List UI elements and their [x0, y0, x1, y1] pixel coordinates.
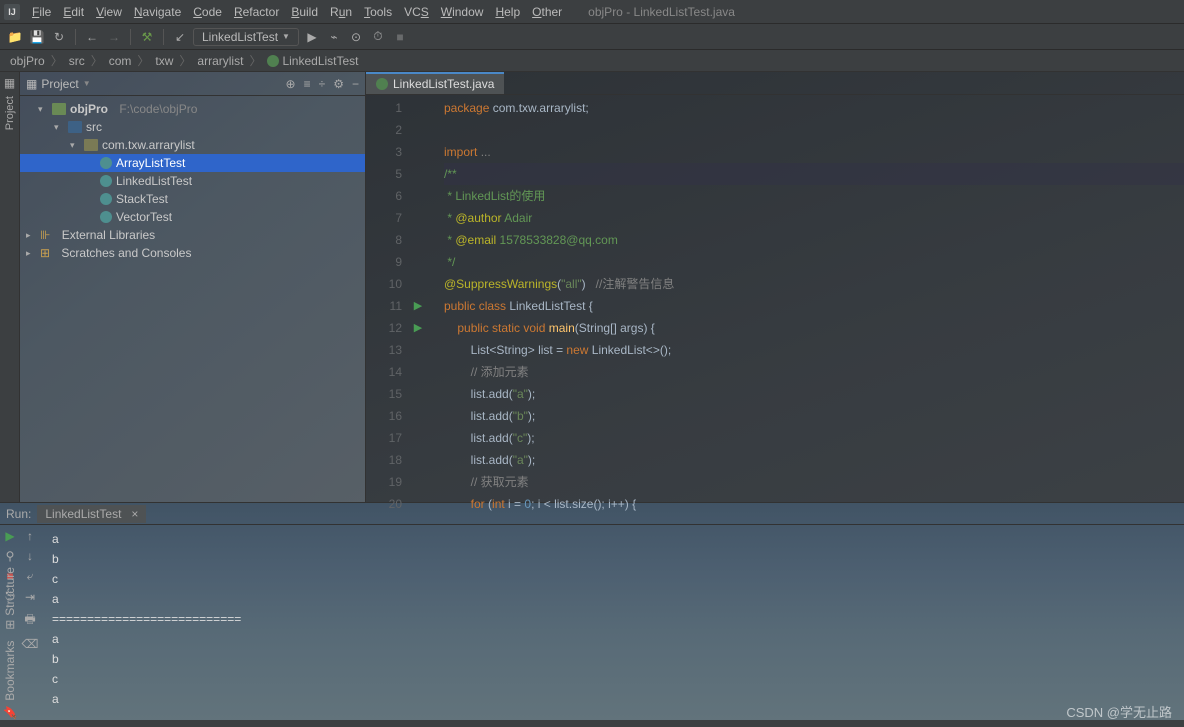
clear-icon[interactable]: ⌫ [22, 637, 39, 651]
menu-window[interactable]: Window [435, 3, 490, 21]
bookmark-icon: 🔖 [3, 705, 17, 720]
editor-tab[interactable]: LinkedListTest.java [366, 72, 504, 94]
app-icon: IJ [4, 4, 20, 20]
menu-refactor[interactable]: Refactor [228, 3, 285, 21]
library-icon: ⊪ [40, 228, 50, 242]
run-tool-window: Run: LinkedListTest× ▶ ⚲ ■ ⎋ ↑ ↓ ⤶ ⇥ 🖶 ⌫… [0, 502, 1184, 720]
breadcrumb[interactable]: com [105, 54, 136, 68]
project-tool-icon[interactable]: ▦ [4, 76, 15, 90]
tree-root[interactable]: ▾objPro F:\code\objPro [20, 100, 365, 118]
tree-package[interactable]: ▾com.txw.arrarylist [20, 136, 365, 154]
class-icon [267, 55, 279, 67]
close-icon[interactable]: × [131, 507, 138, 521]
window-title: objPro - LinkedListTest.java [588, 5, 735, 19]
menu-navigate[interactable]: Navigate [128, 3, 187, 21]
editor-tabs: LinkedListTest.java [366, 72, 1184, 95]
run-config-selector[interactable]: LinkedListTest ▼ [193, 28, 299, 46]
left-tool-strip: ▦ Project [0, 72, 20, 502]
class-icon [100, 193, 112, 205]
class-icon [376, 78, 388, 90]
hide-icon[interactable]: − [352, 77, 359, 91]
forward-icon[interactable]: → [105, 28, 123, 46]
menu-code[interactable]: Code [187, 3, 228, 21]
collapse-all-icon[interactable]: ÷ [319, 77, 326, 91]
locate-icon[interactable]: ⊕ [286, 77, 296, 91]
coverage-icon[interactable]: ⊙ [347, 28, 365, 46]
breadcrumb[interactable]: txw [151, 54, 177, 68]
menu-view[interactable]: View [90, 3, 128, 21]
run-tab[interactable]: LinkedListTest× [37, 505, 146, 523]
save-all-icon[interactable]: 💾 [28, 28, 46, 46]
tree-class[interactable]: StackTest [20, 190, 365, 208]
project-view-icon: ▦ [26, 77, 37, 91]
breadcrumb[interactable]: arrarylist [193, 54, 247, 68]
class-icon [100, 211, 112, 223]
chevron-down-icon[interactable]: ▼ [83, 79, 91, 88]
breadcrumb[interactable]: src [65, 54, 89, 68]
menu-run[interactable]: Run [324, 3, 358, 21]
menu-build[interactable]: Build [285, 3, 324, 21]
profile-icon[interactable]: ⏱ [369, 28, 387, 46]
run-config-label: LinkedListTest [202, 30, 278, 44]
main-toolbar: 📁 💾 ↻ ← → ⚒ ↙ LinkedListTest ▼ ▶ ⌁ ⊙ ⏱ ■ [0, 24, 1184, 50]
menu-bar: IJ File Edit View Navigate Code Refactor… [0, 0, 1184, 24]
project-label[interactable]: Project [41, 77, 78, 91]
package-icon [84, 139, 98, 151]
menu-help[interactable]: Help [489, 3, 526, 21]
up-icon[interactable]: ↑ [27, 529, 33, 543]
folder-icon [52, 103, 66, 115]
tree-external-libs[interactable]: ▸⊪ External Libraries [20, 226, 365, 244]
scratch-icon: ⊞ [40, 246, 50, 260]
back-icon[interactable]: ← [83, 28, 101, 46]
run-side-toolbar-2: ↑ ↓ ⤶ ⇥ 🖶 ⌫ [20, 525, 40, 720]
stop-icon[interactable]: ■ [391, 28, 409, 46]
project-tool-window: ▦ Project ▼ ⊕ ≡ ÷ ⚙ − ▾objPro F:\code\ob… [20, 72, 366, 502]
editor: LinkedListTest.java 12356789101112131415… [366, 72, 1184, 502]
chevron-down-icon: ▼ [282, 32, 290, 41]
code-body[interactable]: package com.txw.arrarylist;import .../**… [426, 95, 1184, 517]
breadcrumb-bar: objPro〉 src〉 com〉 txw〉 arrarylist〉 Linke… [0, 50, 1184, 72]
structure-tool-label[interactable]: ⊞Structure [3, 567, 17, 630]
tree-scratches[interactable]: ▸⊞ Scratches and Consoles [20, 244, 365, 262]
tree-class[interactable]: VectorTest [20, 208, 365, 226]
menu-vcs[interactable]: VCS [398, 3, 435, 21]
console-output[interactable]: abca===========================abca [40, 525, 1184, 720]
build-icon[interactable]: ⚒ [138, 28, 156, 46]
folder-icon [68, 121, 82, 133]
line-gutter: 123567891011121314151617181920 [366, 95, 410, 517]
expand-all-icon[interactable]: ≡ [304, 77, 311, 91]
project-tool-label[interactable]: Project [4, 96, 16, 130]
class-icon [100, 157, 112, 169]
menu-file[interactable]: File [26, 3, 57, 21]
class-icon [100, 175, 112, 187]
breadcrumb[interactable]: objPro [6, 54, 49, 68]
print-icon[interactable]: 🖶 [24, 610, 35, 631]
menu-other[interactable]: Other [526, 3, 568, 21]
add-config-icon[interactable]: ↙ [171, 28, 189, 46]
bookmarks-tool-label[interactable]: 🔖Bookmarks [3, 641, 17, 720]
menu-edit[interactable]: Edit [57, 3, 90, 21]
tab-label: LinkedListTest.java [393, 77, 494, 91]
refresh-icon[interactable]: ↻ [50, 28, 68, 46]
code-area[interactable]: 123567891011121314151617181920 ▶▶ packag… [366, 95, 1184, 517]
structure-icon: ⊞ [3, 619, 17, 629]
tree-src[interactable]: ▾src [20, 118, 365, 136]
open-icon[interactable]: 📁 [6, 28, 24, 46]
project-header: ▦ Project ▼ ⊕ ≡ ÷ ⚙ − [20, 72, 365, 96]
soft-wrap-icon[interactable]: ⤶ [27, 569, 34, 584]
run-header: Run: LinkedListTest× [0, 503, 1184, 525]
run-gutter: ▶▶ [410, 95, 426, 517]
run-icon[interactable]: ▶ [303, 28, 321, 46]
settings-icon[interactable]: ⚙ [333, 77, 344, 91]
main-area: ▦ Project ▦ Project ▼ ⊕ ≡ ÷ ⚙ − ▾objPro … [0, 72, 1184, 502]
debug-icon[interactable]: ⌁ [325, 28, 343, 46]
down-icon[interactable]: ↓ [27, 549, 33, 563]
tree-class[interactable]: ArrayListTest [20, 154, 365, 172]
project-tree: ▾objPro F:\code\objPro ▾src ▾com.txw.arr… [20, 96, 365, 266]
scroll-icon[interactable]: ⇥ [25, 590, 35, 604]
menu-tools[interactable]: Tools [358, 3, 398, 21]
breadcrumb[interactable]: LinkedListTest [263, 54, 362, 68]
tree-class[interactable]: LinkedListTest [20, 172, 365, 190]
watermark: CSDN @学无止路 [1066, 702, 1172, 721]
